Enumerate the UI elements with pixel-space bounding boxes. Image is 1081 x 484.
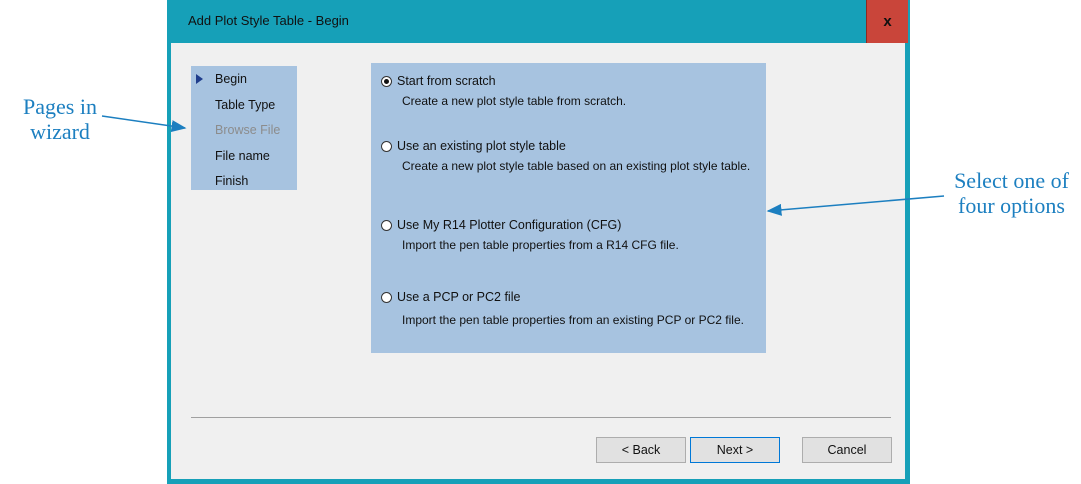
close-icon: x bbox=[883, 13, 892, 30]
option-desc-use-r14-cfg: Import the pen table properties from a R… bbox=[402, 238, 679, 252]
radio-start-from-scratch[interactable] bbox=[381, 76, 392, 87]
annotation-select-options: Select one of four options bbox=[944, 168, 1079, 218]
annotation-left-line1: Pages in bbox=[23, 94, 97, 119]
window-title: Add Plot Style Table - Begin bbox=[188, 13, 349, 28]
option-label-use-r14-cfg[interactable]: Use My R14 Plotter Configuration (CFG) bbox=[397, 218, 621, 232]
cancel-button[interactable]: Cancel bbox=[802, 437, 892, 463]
annotation-pages-in-wizard: Pages in wizard bbox=[10, 94, 110, 144]
option-label-use-pcp-pc2[interactable]: Use a PCP or PC2 file bbox=[397, 290, 520, 304]
option-label-use-existing-table[interactable]: Use an existing plot style table bbox=[397, 139, 566, 153]
option-desc-use-pcp-pc2: Import the pen table properties from an … bbox=[402, 313, 744, 327]
back-button[interactable]: < Back bbox=[596, 437, 686, 463]
option-desc-start-from-scratch: Create a new plot style table from scrat… bbox=[402, 94, 627, 108]
title-bar[interactable]: Add Plot Style Table - Begin x bbox=[167, 0, 910, 43]
close-button[interactable]: x bbox=[866, 0, 908, 43]
current-page-arrow-icon bbox=[196, 74, 203, 84]
next-button[interactable]: Next > bbox=[690, 437, 780, 463]
annotation-right-line1: Select one of bbox=[954, 168, 1069, 193]
option-label-start-from-scratch[interactable]: Start from scratch bbox=[397, 74, 496, 88]
wizard-page-list: Begin Table Type Browse File File name F… bbox=[191, 66, 297, 190]
nav-item-browse-file: Browse File bbox=[215, 123, 281, 137]
dialog-content: Begin Table Type Browse File File name F… bbox=[171, 43, 905, 479]
dialog-window: Add Plot Style Table - Begin x Begin Tab… bbox=[167, 0, 910, 484]
options-panel: Start from scratch Create a new plot sty… bbox=[371, 63, 766, 353]
radio-use-r14-cfg[interactable] bbox=[381, 220, 392, 231]
nav-item-table-type: Table Type bbox=[215, 98, 276, 112]
nav-item-begin: Begin bbox=[215, 72, 247, 86]
annotation-right-line2: four options bbox=[958, 193, 1065, 218]
nav-item-file-name: File name bbox=[215, 149, 270, 163]
annotation-left-line2: wizard bbox=[30, 119, 90, 144]
option-desc-use-existing-table: Create a new plot style table based on a… bbox=[402, 159, 751, 173]
nav-item-finish: Finish bbox=[215, 174, 249, 188]
radio-use-pcp-pc2[interactable] bbox=[381, 292, 392, 303]
separator-line bbox=[191, 417, 891, 418]
radio-use-existing-table[interactable] bbox=[381, 141, 392, 152]
